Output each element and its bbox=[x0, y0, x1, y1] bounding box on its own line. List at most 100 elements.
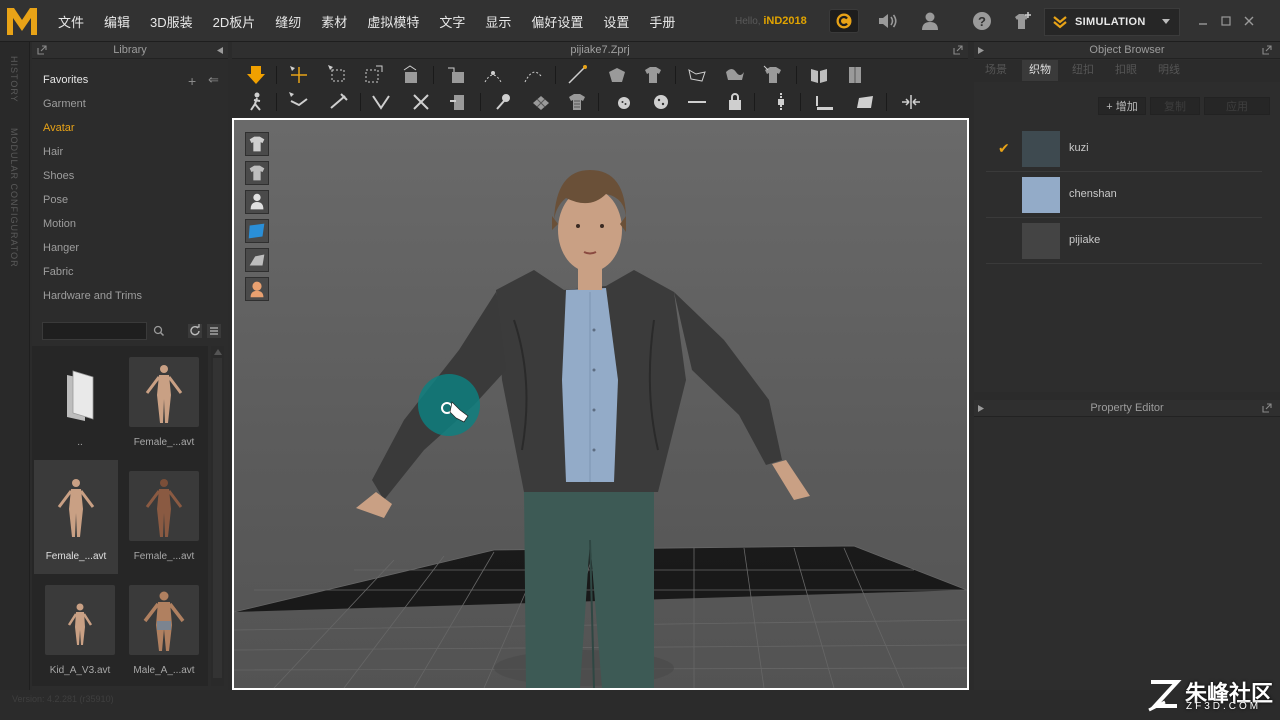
library-search-input[interactable] bbox=[42, 322, 147, 340]
fabric-row-chenshan[interactable]: chenshan bbox=[986, 172, 1262, 218]
add-favorite-icon[interactable]: + bbox=[188, 73, 196, 89]
thumbnail-male-avatar[interactable]: Male_A_...avt bbox=[122, 574, 206, 688]
avatar-pose-icon[interactable] bbox=[245, 91, 267, 113]
menu-file[interactable]: 文件 bbox=[58, 12, 84, 31]
zipper-icon[interactable] bbox=[770, 91, 792, 113]
library-item-pose[interactable]: Pose bbox=[32, 188, 228, 212]
undock-icon[interactable] bbox=[1262, 45, 1272, 55]
list-view-icon[interactable] bbox=[206, 323, 222, 339]
thumbnail-female-avatar[interactable]: Female_...avt bbox=[122, 346, 206, 460]
tab-scene[interactable]: 场景 bbox=[978, 60, 1014, 81]
library-item-garment[interactable]: Garment bbox=[32, 92, 228, 116]
flatten-icon[interactable] bbox=[808, 64, 830, 86]
copy-fabric-button[interactable]: 复制 bbox=[1150, 97, 1200, 115]
fabric-grid-icon[interactable] bbox=[530, 91, 552, 113]
measure-icon[interactable] bbox=[814, 91, 836, 113]
search-icon[interactable] bbox=[151, 323, 167, 339]
tab-buttonhole[interactable]: 扣眼 bbox=[1108, 60, 1144, 81]
library-scrollbar[interactable] bbox=[211, 346, 224, 686]
back-arrow-icon[interactable]: ⇐ bbox=[208, 72, 219, 88]
library-item-motion[interactable]: Motion bbox=[32, 212, 228, 236]
thumbnail-kid-avatar[interactable]: Kid_A_V3.avt bbox=[38, 574, 122, 688]
favorites-header[interactable]: Favorites bbox=[32, 68, 228, 92]
tab-fabric[interactable]: 织物 bbox=[1022, 60, 1058, 81]
menu-avatar[interactable]: 虚拟模特 bbox=[367, 12, 419, 31]
free-sewing-icon[interactable] bbox=[410, 91, 432, 113]
refresh-icon[interactable] bbox=[187, 323, 203, 339]
buttonhole-icon[interactable] bbox=[650, 91, 672, 113]
pattern-icon[interactable] bbox=[686, 64, 708, 86]
tack-icon[interactable] bbox=[448, 91, 470, 113]
thumbnail-parent-folder[interactable]: .. bbox=[38, 346, 122, 460]
fabric-row-kuzi[interactable]: ✔ kuzi bbox=[986, 126, 1262, 172]
menu-display[interactable]: 显示 bbox=[485, 12, 511, 31]
line-tool-icon[interactable] bbox=[566, 64, 588, 86]
segment-sewing-icon[interactable] bbox=[370, 91, 392, 113]
undock-icon[interactable] bbox=[1262, 403, 1272, 413]
fold-arrangement-icon[interactable] bbox=[400, 64, 422, 86]
collapse-right-icon[interactable] bbox=[977, 404, 986, 413]
select-move-icon[interactable] bbox=[288, 64, 310, 86]
menu-manual[interactable]: 手册 bbox=[649, 12, 675, 31]
transform-icon[interactable] bbox=[362, 64, 384, 86]
menu-2d-pattern[interactable]: 2D板片 bbox=[213, 12, 256, 31]
garment-fold-icon[interactable] bbox=[606, 64, 628, 86]
edit-sewing-icon[interactable] bbox=[328, 91, 350, 113]
menu-text[interactable]: 文字 bbox=[439, 12, 465, 31]
fabric-row-pijiake[interactable]: pijiake bbox=[986, 218, 1262, 264]
view-avatar-icon[interactable] bbox=[245, 190, 269, 214]
shirt-tack-icon[interactable] bbox=[762, 64, 784, 86]
edit-curve-icon[interactable] bbox=[522, 64, 544, 86]
tab-topstitch[interactable]: 明线 bbox=[1151, 60, 1187, 81]
layer-icon[interactable] bbox=[844, 64, 866, 86]
menu-materials[interactable]: 素材 bbox=[321, 12, 347, 31]
merge-icon[interactable] bbox=[900, 91, 922, 113]
library-item-hardware-and-trims[interactable]: Hardware and Trims bbox=[32, 284, 228, 308]
undock-icon[interactable] bbox=[953, 45, 963, 55]
minimize-icon[interactable] bbox=[1196, 14, 1210, 28]
maximize-icon[interactable] bbox=[1219, 14, 1233, 28]
view-shirt-front-icon[interactable] bbox=[245, 132, 269, 156]
fold-tool-icon[interactable] bbox=[446, 64, 468, 86]
library-item-shoes[interactable]: Shoes bbox=[32, 164, 228, 188]
tab-history[interactable]: HISTORY bbox=[9, 56, 19, 103]
simulation-mode-dropdown[interactable]: SIMULATION bbox=[1044, 8, 1180, 36]
menu-sewing[interactable]: 缝纫 bbox=[275, 12, 301, 31]
3d-viewport[interactable] bbox=[232, 118, 969, 690]
close-icon[interactable] bbox=[1242, 14, 1256, 28]
menu-preferences[interactable]: 偏好设置 bbox=[531, 12, 583, 31]
scrollbar-thumb[interactable] bbox=[213, 358, 222, 678]
button-tool-icon[interactable] bbox=[612, 91, 634, 113]
library-item-avatar[interactable]: Avatar bbox=[32, 116, 228, 140]
sound-button[interactable] bbox=[876, 10, 900, 32]
library-item-hair[interactable]: Hair bbox=[32, 140, 228, 164]
view-shirt-back-icon[interactable] bbox=[245, 161, 269, 185]
cloud-button[interactable] bbox=[829, 9, 859, 33]
view-fabric-icon[interactable] bbox=[245, 248, 269, 272]
pattern-sew-icon[interactable] bbox=[724, 64, 746, 86]
menu-settings[interactable]: 设置 bbox=[603, 12, 629, 31]
help-button[interactable]: ? bbox=[970, 10, 994, 32]
menu-edit[interactable]: 编辑 bbox=[104, 12, 130, 31]
tab-modular-configurator[interactable]: MODULAR CONFIGURATOR bbox=[9, 128, 19, 268]
add-garment-button[interactable] bbox=[1010, 10, 1034, 32]
undock-icon[interactable] bbox=[37, 45, 47, 55]
shirt-icon[interactable] bbox=[642, 64, 664, 86]
select-mesh-icon[interactable] bbox=[288, 91, 310, 113]
menu-3d-garment[interactable]: 3D服装 bbox=[150, 12, 193, 31]
box-select-icon[interactable] bbox=[327, 64, 349, 86]
add-fabric-button[interactable]: + 增加 bbox=[1098, 97, 1146, 115]
collapse-right-icon[interactable] bbox=[977, 46, 986, 55]
library-item-fabric[interactable]: Fabric bbox=[32, 260, 228, 284]
pin-icon[interactable] bbox=[492, 91, 514, 113]
topstitch-icon[interactable] bbox=[686, 91, 708, 113]
thumbnail-female-avatar-selected[interactable]: Female_...avt bbox=[34, 460, 118, 574]
scroll-up-icon[interactable] bbox=[214, 349, 222, 355]
simulate-down-icon[interactable] bbox=[245, 64, 267, 86]
thumbnail-female-avatar[interactable]: Female_...avt bbox=[122, 460, 206, 574]
texture-icon[interactable] bbox=[566, 91, 588, 113]
edit-point-icon[interactable] bbox=[482, 64, 504, 86]
collapse-left-icon[interactable] bbox=[215, 46, 224, 55]
username[interactable]: iND2018 bbox=[763, 15, 806, 27]
view-texture-icon[interactable] bbox=[245, 219, 269, 243]
